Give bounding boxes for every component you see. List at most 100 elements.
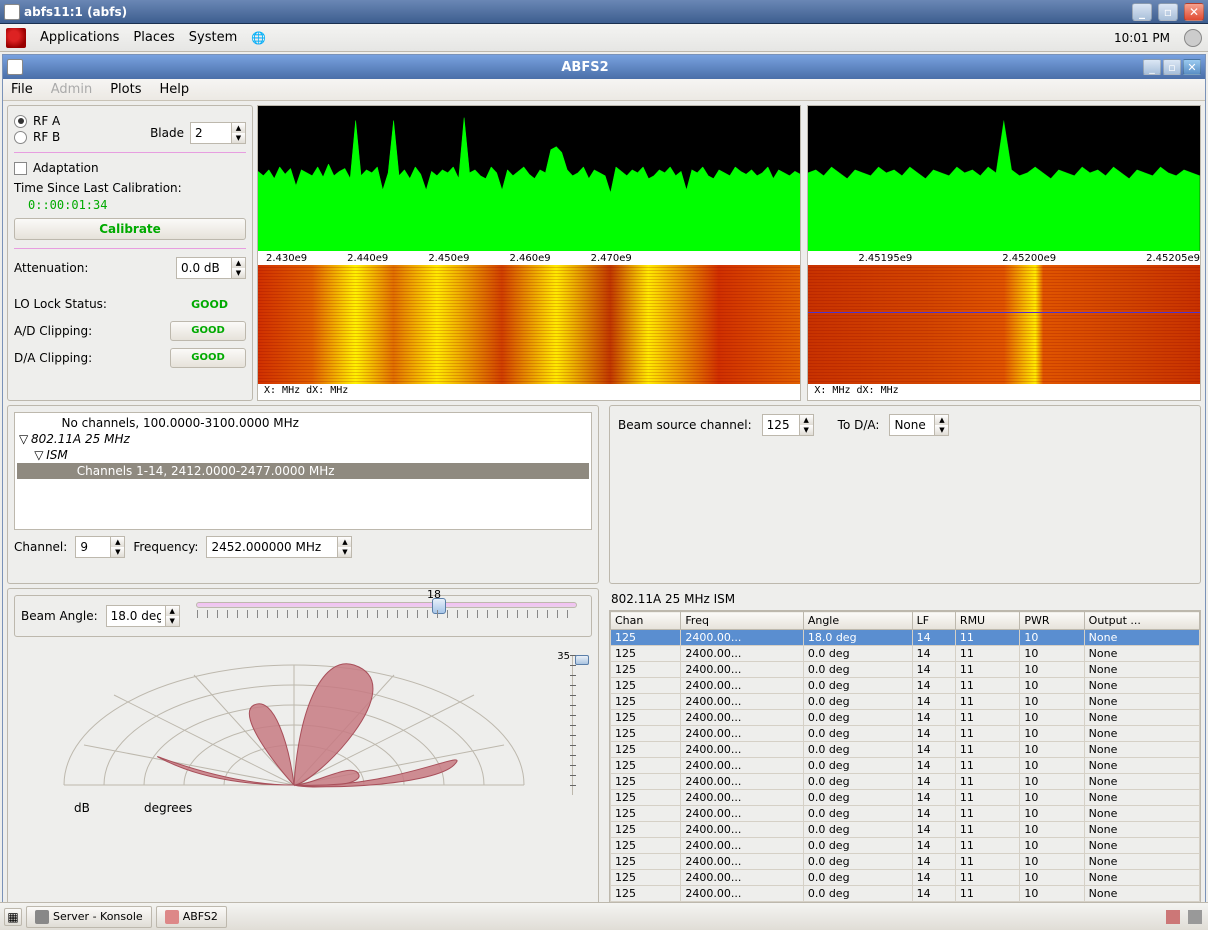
channel-input[interactable] <box>76 539 110 555</box>
tree-row[interactable]: ▽802.11A 25 MHz <box>17 431 589 447</box>
control-panel: RF A RF B Blade ▲▼ Adaptation Time Since… <box>7 105 253 401</box>
beam-vertical-slider[interactable]: 35 <box>572 655 592 795</box>
globe-icon[interactable]: 🌐 <box>251 31 266 45</box>
tree-row[interactable]: ▽ISM <box>17 447 589 463</box>
gnome-top-panel: Applications Places System 🌐 10:01 PM <box>0 24 1208 52</box>
menu-plots[interactable]: Plots <box>110 82 141 97</box>
spectrum-left-ticks: 2.430e92.440e92.450e92.460e92.470e9 <box>258 251 800 265</box>
beam-source-spinner[interactable]: ▲▼ <box>762 414 814 436</box>
table-row[interactable]: 1252400.00...0.0 deg141110None <box>611 806 1200 822</box>
table-row[interactable]: 1252400.00...0.0 deg141110None <box>611 838 1200 854</box>
blade-label: Blade <box>150 126 184 140</box>
spectrum-area: 2.430e92.440e92.450e92.460e92.470e9 X: M… <box>257 105 1201 401</box>
vslider-thumb[interactable] <box>575 655 589 665</box>
table-header[interactable]: RMU <box>955 612 1019 630</box>
table-header[interactable]: Freq <box>681 612 803 630</box>
applications-menu[interactable]: Applications <box>40 30 119 45</box>
app-close-button[interactable]: ✕ <box>1183 59 1201 75</box>
attenuation-input[interactable] <box>177 260 231 276</box>
beam-angle-input[interactable] <box>107 608 165 624</box>
table-row[interactable]: 1252400.00...0.0 deg141110None <box>611 790 1200 806</box>
app-maximize-button[interactable]: ▫ <box>1163 59 1181 75</box>
to-da-input[interactable] <box>890 417 934 433</box>
table-row[interactable]: 1252400.00...0.0 deg141110None <box>611 822 1200 838</box>
spectrum-trace-right[interactable] <box>808 106 1200 251</box>
vnc-window-titlebar: abfs11:1 (abfs) _ ▫ ✕ <box>0 0 1208 24</box>
adaptation-checkbox[interactable]: Adaptation <box>14 161 246 175</box>
spectrum-right-xinfo: X: MHz dX: MHz <box>808 384 1200 400</box>
taskbar-item-abfs2[interactable]: ABFS2 <box>156 906 227 928</box>
attenuation-spinner[interactable]: ▲▼ <box>176 257 246 279</box>
distro-icon[interactable] <box>6 28 26 48</box>
table-header[interactable]: Chan <box>611 612 681 630</box>
table-row[interactable]: 1252400.00...0.0 deg141110None <box>611 870 1200 886</box>
volume-icon[interactable] <box>1184 29 1202 47</box>
table-header[interactable]: PWR <box>1020 612 1084 630</box>
table-row[interactable]: 1252400.00...18.0 deg141110None <box>611 630 1200 646</box>
frequency-input[interactable] <box>207 539 337 555</box>
java-app-icon <box>165 910 179 924</box>
table-row[interactable]: 1252400.00...0.0 deg141110None <box>611 646 1200 662</box>
clock[interactable]: 10:01 PM <box>1114 31 1170 45</box>
waterfall-right[interactable] <box>808 265 1200 384</box>
tray-java-icon[interactable] <box>1166 910 1180 924</box>
ad-clip-button[interactable]: GOOD <box>170 321 246 341</box>
taskbar-item-konsole[interactable]: Server - Konsole <box>26 906 152 928</box>
to-da-spinner[interactable]: ▲▼ <box>889 414 949 436</box>
table-row[interactable]: 1252400.00...0.0 deg141110None <box>611 710 1200 726</box>
menu-help[interactable]: Help <box>159 82 189 97</box>
konsole-icon <box>35 910 49 924</box>
channel-tree[interactable]: No channels, 100.0000-3100.0000 MHz▽802.… <box>14 412 592 530</box>
table-header[interactable]: LF <box>912 612 955 630</box>
beam-angle-spinner[interactable]: ▲▼ <box>106 605 180 627</box>
table-row[interactable]: 1252400.00...0.0 deg141110None <box>611 774 1200 790</box>
table-row[interactable]: 1252400.00...0.0 deg141110None <box>611 694 1200 710</box>
app-minimize-button[interactable]: _ <box>1143 59 1161 75</box>
channel-table[interactable]: ChanFreqAngleLFRMUPWROutput ... 1252400.… <box>610 611 1200 902</box>
minimize-button[interactable]: _ <box>1132 3 1152 21</box>
table-header[interactable]: Angle <box>803 612 912 630</box>
calibrate-button[interactable]: Calibrate <box>14 218 246 240</box>
menu-file[interactable]: File <box>11 82 33 97</box>
table-row[interactable]: 1252400.00...0.0 deg141110None <box>611 726 1200 742</box>
polar-db-axis: dB <box>74 801 90 815</box>
da-clip-button[interactable]: GOOD <box>170 348 246 368</box>
lo-lock-value: GOOD <box>191 298 228 311</box>
system-menu[interactable]: System <box>189 30 237 45</box>
blade-input[interactable] <box>191 125 231 141</box>
attn-up-icon[interactable]: ▲ <box>232 258 245 268</box>
beam-source-input[interactable] <box>763 417 799 433</box>
blade-up-icon[interactable]: ▲ <box>232 123 245 133</box>
channel-tree-panel: No channels, 100.0000-3100.0000 MHz▽802.… <box>7 405 599 585</box>
table-row[interactable]: 1252400.00...0.0 deg141110None <box>611 678 1200 694</box>
app-titlebar[interactable]: ABFS2 _ ▫ ✕ <box>3 55 1205 79</box>
frequency-spinner[interactable]: ▲▼ <box>206 536 352 558</box>
da-clip-label: D/A Clipping: <box>14 351 92 365</box>
beam-polar-plot[interactable]: dB degrees 35 <box>14 645 592 815</box>
blade-spinner[interactable]: ▲▼ <box>190 122 246 144</box>
close-button[interactable]: ✕ <box>1184 3 1204 21</box>
menu-admin: Admin <box>51 82 92 97</box>
table-row[interactable]: 1252400.00...0.0 deg141110None <box>611 758 1200 774</box>
table-row[interactable]: 1252400.00...0.0 deg141110None <box>611 662 1200 678</box>
spectrum-trace-left[interactable] <box>258 106 800 251</box>
beam-slider[interactable] <box>196 602 577 608</box>
maximize-button[interactable]: ▫ <box>1158 3 1178 21</box>
gnome-bottom-panel: ▦ Server - Konsole ABFS2 <box>0 902 1208 930</box>
to-da-label: To D/A: <box>838 418 880 432</box>
channel-spinner[interactable]: ▲▼ <box>75 536 125 558</box>
show-desktop-button[interactable]: ▦ <box>4 908 22 926</box>
tree-row[interactable]: Channels 1-14, 2412.0000-2477.0000 MHz <box>17 463 589 479</box>
waterfall-left[interactable] <box>258 265 800 384</box>
tree-row[interactable]: No channels, 100.0000-3100.0000 MHz <box>17 415 589 431</box>
table-row[interactable]: 1252400.00...0.0 deg141110None <box>611 742 1200 758</box>
tray-trash-icon[interactable] <box>1188 910 1202 924</box>
table-header[interactable]: Output ... <box>1084 612 1199 630</box>
table-title: 802.11A 25 MHz ISM <box>609 588 1201 610</box>
attn-down-icon[interactable]: ▼ <box>232 268 245 278</box>
places-menu[interactable]: Places <box>133 30 174 45</box>
table-row[interactable]: 1252400.00...0.0 deg141110None <box>611 886 1200 902</box>
table-row[interactable]: 1252400.00...0.0 deg141110None <box>611 854 1200 870</box>
blade-down-icon[interactable]: ▼ <box>232 133 245 143</box>
beam-panel: Beam Angle: ▲▼ 18 <box>7 588 599 923</box>
